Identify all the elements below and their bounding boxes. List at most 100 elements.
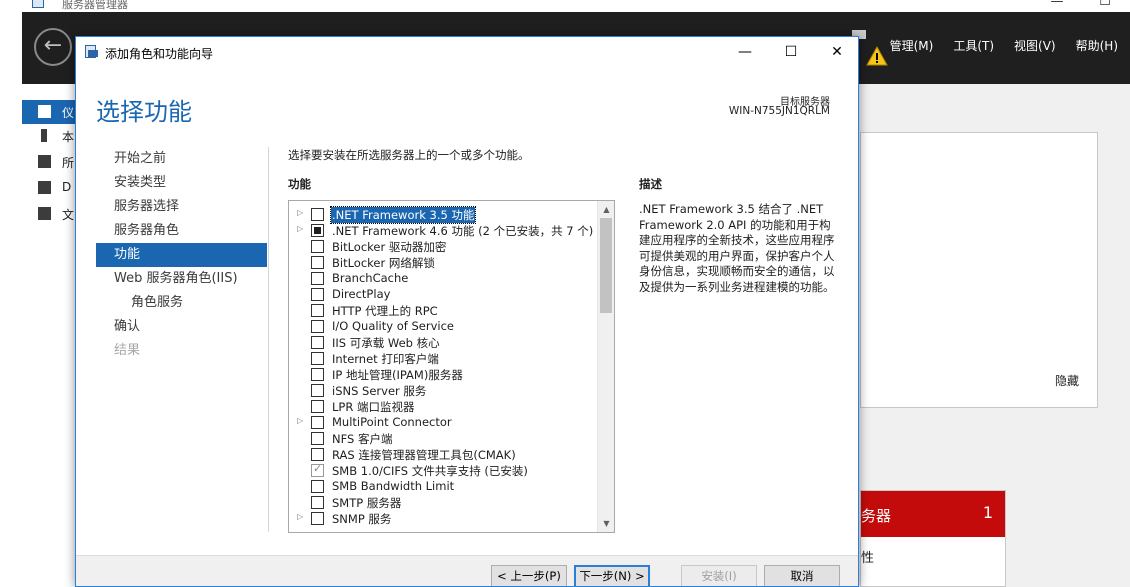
next-button[interactable]: 下一步(N) > [574,565,650,586]
feature-item[interactable]: BitLocker 驱动器加密 [289,238,597,254]
feature-item[interactable]: BranchCache [289,270,597,286]
feature-label[interactable]: MultiPoint Connector [331,415,453,429]
feature-label[interactable]: DirectPlay [331,287,391,301]
feature-checkbox[interactable] [311,432,324,445]
server-manager-title: 服务器管理器 [62,0,128,11]
feature-label[interactable]: HTTP 代理上的 RPC [331,303,439,319]
feature-item[interactable]: Internet 打印客户端 [289,350,597,366]
step-features[interactable]: 功能 [96,243,267,267]
close-icon[interactable]: ✕ [814,37,858,67]
feature-label[interactable]: BranchCache [331,271,409,285]
feature-item[interactable]: SMB 1.0/CIFS 文件共享支持 (已安装) [289,462,597,478]
previous-button[interactable]: < 上一步(P) [491,565,567,586]
expand-arrow-icon[interactable]: ▷ [297,416,307,425]
feature-label[interactable]: NFS 客户端 [331,431,393,447]
maximize-icon[interactable]: ☐ [1082,0,1128,10]
feature-item[interactable]: I/O Quality of Service [289,318,597,334]
step-server-roles[interactable]: 服务器角色 [96,219,267,243]
menu-tools[interactable]: 工具(T) [953,37,994,54]
step-installation-type[interactable]: 安装类型 [96,171,267,195]
sidebar-item-dns[interactable]: D [22,176,76,200]
sidebar-item-file-services[interactable]: 文 [22,202,76,226]
minimize-icon[interactable]: — [1034,0,1080,10]
feature-item[interactable]: SMB Bandwidth Limit [289,478,597,494]
feature-checkbox[interactable] [311,416,324,429]
feature-checkbox[interactable] [311,208,324,221]
back-arrow-icon[interactable]: ← [34,28,72,66]
dashboard-icon [38,105,51,118]
feature-label[interactable]: iSNS Server 服务 [331,383,427,399]
feature-checkbox[interactable] [311,240,324,253]
feature-item[interactable]: ▷ .NET Framework 4.6 功能 (2 个已安装，共 7 个) [289,222,597,238]
server-tile[interactable]: 务器 1 性 [860,490,1006,587]
feature-label[interactable]: IIS 可承载 Web 核心 [331,335,441,351]
feature-item[interactable]: ▷ .NET Framework 3.5 功能 [289,206,597,224]
feature-label[interactable]: BitLocker 驱动器加密 [331,239,447,255]
feature-checkbox[interactable] [311,352,324,365]
step-before-you-begin[interactable]: 开始之前 [96,147,267,171]
feature-tree[interactable]: ▷ .NET Framework 3.5 功能 ▷ .NET Framework 4.… [288,200,615,533]
feature-item[interactable]: LPR 端口监视器 [289,398,597,414]
feature-checkbox[interactable] [311,400,324,413]
maximize-icon[interactable]: ☐ [768,37,814,67]
feature-label[interactable]: Internet 打印客户端 [331,351,440,367]
feature-label[interactable]: SMTP 服务器 [331,495,402,511]
feature-item[interactable]: NFS 客户端 [289,430,597,446]
feature-item[interactable]: DirectPlay [289,286,597,302]
feature-checkbox[interactable] [311,368,324,381]
feature-checkbox[interactable] [311,512,324,525]
cancel-button[interactable]: 取消 [764,565,840,586]
feature-checkbox[interactable] [311,384,324,397]
feature-item[interactable]: ▷ MultiPoint Connector [289,414,597,430]
feature-item[interactable]: SMTP 服务器 [289,494,597,510]
menu-manage[interactable]: 管理(M) [890,37,934,54]
feature-checkbox[interactable] [311,320,324,333]
scroll-up-icon[interactable]: ▲ [598,201,614,218]
minimize-icon[interactable]: — [722,37,768,67]
scrollbar-thumb[interactable] [600,218,612,313]
step-confirmation[interactable]: 确认 [96,315,267,339]
feature-label[interactable]: BitLocker 网络解锁 [331,255,436,271]
menu-help[interactable]: 帮助(H) [1076,37,1118,54]
warning-icon[interactable] [866,46,888,66]
feature-item[interactable]: BitLocker 网络解锁 [289,254,597,270]
step-role-services[interactable]: 角色服务 [96,291,267,315]
feature-checkbox[interactable] [311,480,324,493]
feature-checkbox[interactable] [311,336,324,349]
feature-checkbox[interactable] [311,304,324,317]
feature-label[interactable]: SMB 1.0/CIFS 文件共享支持 (已安装) [331,463,529,479]
feature-label[interactable]: I/O Quality of Service [331,319,455,333]
expand-arrow-icon[interactable]: ▷ [297,208,307,217]
feature-label[interactable]: SNMP 服务 [331,511,392,527]
step-server-selection[interactable]: 服务器选择 [96,195,267,219]
feature-label[interactable]: SMB Bandwidth Limit [331,479,455,493]
feature-label[interactable]: LPR 端口监视器 [331,399,416,415]
feature-item[interactable]: RAS 连接管理器管理工具包(CMAK) [289,446,597,462]
scroll-down-icon[interactable]: ▼ [598,515,614,532]
feature-item[interactable]: ▷ SNMP 服务 [289,510,597,526]
feature-checkbox[interactable] [311,272,324,285]
sidebar-item-dashboard[interactable]: 仪 [22,100,76,124]
feature-item[interactable]: IP 地址管理(IPAM)服务器 [289,366,597,382]
feature-label[interactable]: .NET Framework 4.6 功能 (2 个已安装，共 7 个) [331,223,594,239]
feature-tree-scrollbar[interactable]: ▲ ▼ [597,201,614,532]
feature-item[interactable]: iSNS Server 服务 [289,382,597,398]
feature-item[interactable]: HTTP 代理上的 RPC [289,302,597,318]
feature-checkbox[interactable] [311,496,324,509]
feature-checkbox[interactable] [311,288,324,301]
hide-link[interactable]: 隐藏 [1055,372,1079,389]
step-web-server-role[interactable]: Web 服务器角色(IIS) [96,267,267,291]
feature-label[interactable]: RAS 连接管理器管理工具包(CMAK) [331,447,517,463]
feature-checkbox[interactable] [311,256,324,269]
expand-arrow-icon[interactable]: ▷ [297,512,307,521]
feature-label[interactable]: IP 地址管理(IPAM)服务器 [331,367,464,383]
sidebar-item-local-server[interactable]: 本 [22,124,76,148]
menu-view[interactable]: 视图(V) [1014,37,1056,54]
feature-label[interactable]: .NET Framework 3.5 功能 [329,206,477,224]
feature-item[interactable]: IIS 可承载 Web 核心 [289,334,597,350]
feature-checkbox[interactable] [311,224,324,237]
feature-checkbox[interactable] [311,448,324,461]
sidebar-item-all-servers[interactable]: 所 [22,150,76,174]
expand-arrow-icon[interactable]: ▷ [297,224,307,233]
server-tile-row[interactable]: 性 [861,547,874,566]
